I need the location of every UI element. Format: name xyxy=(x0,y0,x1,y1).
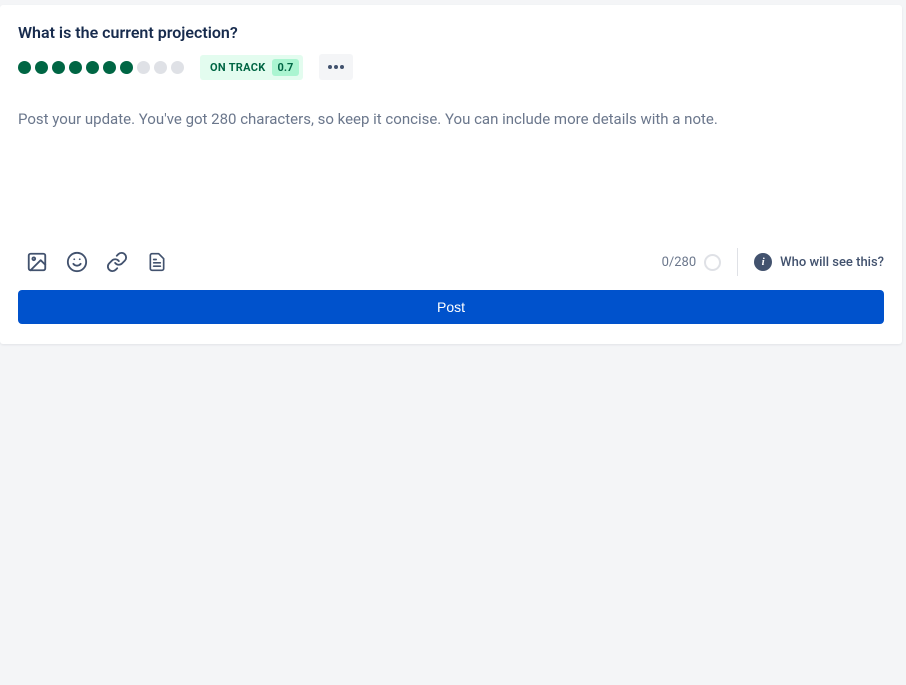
progress-dot xyxy=(137,61,150,74)
update-textarea[interactable]: Post your update. You've got 280 charact… xyxy=(18,108,884,228)
card-title: What is the current projection? xyxy=(18,23,884,42)
status-value: 0.7 xyxy=(272,59,300,76)
status-label: ON TRACK xyxy=(210,61,266,74)
char-count-ring-icon xyxy=(704,254,721,271)
who-sees-link[interactable]: i Who will see this? xyxy=(754,253,884,271)
more-icon xyxy=(328,65,344,69)
progress-indicator[interactable] xyxy=(18,61,184,74)
more-button[interactable] xyxy=(319,54,353,80)
progress-dot xyxy=(154,61,167,74)
info-icon: i xyxy=(754,253,772,271)
post-button[interactable]: Post xyxy=(18,290,884,324)
progress-dot xyxy=(35,61,48,74)
image-icon[interactable] xyxy=(26,251,48,273)
status-pill[interactable]: ON TRACK 0.7 xyxy=(200,55,303,80)
char-count: 0/280 xyxy=(662,254,722,271)
placeholder-text: Post your update. You've got 280 charact… xyxy=(18,108,884,131)
update-card: What is the current projection? ON TRACK… xyxy=(0,5,902,344)
progress-dot xyxy=(171,61,184,74)
status-row: ON TRACK 0.7 xyxy=(18,54,884,80)
progress-dot xyxy=(103,61,116,74)
progress-dot xyxy=(18,61,31,74)
divider xyxy=(737,248,738,276)
progress-dot xyxy=(86,61,99,74)
toolbar-left xyxy=(18,251,168,273)
progress-dot xyxy=(69,61,82,74)
who-sees-label: Who will see this? xyxy=(780,255,884,270)
progress-dot xyxy=(52,61,65,74)
char-count-text: 0/280 xyxy=(662,255,697,270)
toolbar-right: 0/280 i Who will see this? xyxy=(662,248,884,276)
toolbar: 0/280 i Who will see this? xyxy=(18,248,884,276)
progress-dot xyxy=(120,61,133,74)
emoji-icon[interactable] xyxy=(66,251,88,273)
link-icon[interactable] xyxy=(106,251,128,273)
note-icon[interactable] xyxy=(146,251,168,273)
